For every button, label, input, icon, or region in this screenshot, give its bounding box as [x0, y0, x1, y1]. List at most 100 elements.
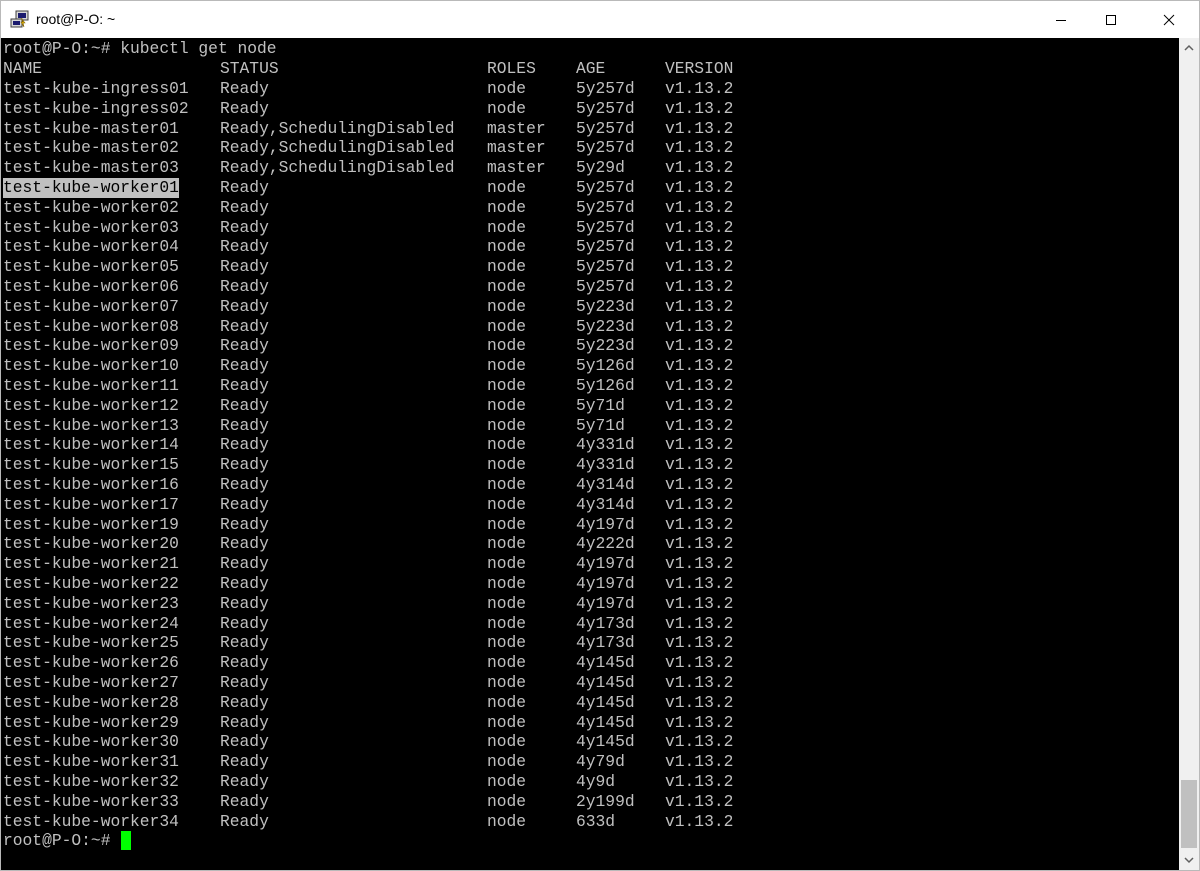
scroll-up-arrow-icon — [1184, 44, 1194, 51]
cell-roles: node — [487, 752, 527, 772]
command-text: kubectl get node — [120, 39, 277, 58]
cell-status: Ready — [220, 633, 269, 653]
cell-name: test-kube-worker29 — [3, 712, 179, 732]
cell-status: Ready — [220, 395, 269, 415]
cell-age: 5y257d — [576, 118, 635, 138]
cell-name: test-kube-master01 — [3, 118, 179, 138]
cell-roles: master — [487, 138, 546, 158]
cell-age: 4y145d — [576, 673, 635, 692]
cell-name: test-kube-worker24 — [3, 613, 179, 633]
cell-version: v1.13.2 — [665, 257, 734, 277]
cell-status: Ready — [220, 811, 269, 831]
cell-version: v1.13.2 — [665, 455, 734, 475]
cell-status: Ready — [220, 475, 269, 494]
scroll-down-button[interactable] — [1179, 850, 1199, 870]
cell-age: 4y9d — [576, 772, 616, 791]
cell-status: Ready — [220, 514, 269, 534]
title-bar[interactable]: root@P-O: ~ — [1, 1, 1199, 38]
cell-version: v1.13.2 — [665, 554, 734, 574]
cell-roles: node — [487, 772, 527, 791]
cell-roles: node — [487, 316, 527, 336]
cell-roles: node — [487, 296, 527, 316]
cell-name: test-kube-worker20 — [3, 534, 179, 554]
cell-name: test-kube-worker07 — [3, 296, 179, 316]
cell-status: Ready — [220, 435, 269, 455]
cell-age: 5y71d — [576, 415, 625, 435]
cell-name: test-kube-worker34 — [3, 811, 179, 831]
cell-version: v1.13.2 — [665, 138, 734, 158]
cell-status: Ready — [220, 534, 269, 554]
cell-status: Ready,SchedulingDisabled — [220, 118, 455, 138]
cell-name: test-kube-worker09 — [3, 336, 179, 356]
command-line: root@P-O:~# kubectl get node — [3, 39, 277, 59]
cell-status: Ready — [220, 296, 269, 316]
cell-age: 5y257d — [576, 178, 635, 197]
cell-roles: node — [487, 217, 527, 237]
putty-icon[interactable] — [10, 10, 30, 30]
cell-age: 5y257d — [576, 237, 635, 257]
cell-roles: node — [487, 455, 527, 475]
close-button[interactable] — [1146, 1, 1192, 38]
cell-roles: node — [487, 415, 527, 435]
cell-status: Ready,SchedulingDisabled — [220, 158, 455, 178]
cell-name: test-kube-worker25 — [3, 633, 179, 653]
cell-status: Ready — [220, 376, 269, 395]
cell-version: v1.13.2 — [665, 415, 734, 435]
cell-age: 4y173d — [576, 633, 635, 653]
maximize-button[interactable] — [1088, 1, 1134, 38]
cell-version: v1.13.2 — [665, 593, 734, 613]
cell-status: Ready — [220, 217, 269, 237]
cell-status: Ready — [220, 732, 269, 752]
cell-name: test-kube-worker22 — [3, 574, 179, 593]
cell-name: test-kube-worker31 — [3, 752, 179, 772]
cell-version: v1.13.2 — [665, 277, 734, 296]
cell-roles: master — [487, 118, 546, 138]
cell-age: 5y257d — [576, 257, 635, 277]
cell-roles: node — [487, 712, 527, 732]
cell-roles: node — [487, 237, 527, 257]
cell-roles: node — [487, 336, 527, 356]
cell-age: 5y257d — [576, 217, 635, 237]
cell-age: 5y29d — [576, 158, 625, 178]
cell-version: v1.13.2 — [665, 356, 734, 376]
cell-age: 5y257d — [576, 79, 635, 98]
minimize-button[interactable] — [1038, 1, 1084, 38]
cell-name: test-kube-worker23 — [3, 593, 179, 613]
cell-roles: node — [487, 79, 527, 98]
cell-status: Ready — [220, 554, 269, 574]
terminal-output[interactable]: root@P-O:~# kubectl get node NAME STATUS… — [1, 38, 1179, 870]
cell-status: Ready — [220, 712, 269, 732]
cell-status: Ready — [220, 257, 269, 277]
vertical-scrollbar[interactable] — [1179, 38, 1199, 870]
cell-status: Ready,SchedulingDisabled — [220, 138, 455, 158]
cell-status: Ready — [220, 673, 269, 692]
cell-status: Ready — [220, 494, 269, 514]
cell-age: 4y197d — [576, 554, 635, 574]
cell-version: v1.13.2 — [665, 613, 734, 633]
cell-name: test-kube-worker11 — [3, 376, 179, 395]
text-cursor — [121, 831, 132, 851]
cell-version: v1.13.2 — [665, 653, 734, 673]
cell-age: 4y197d — [576, 574, 635, 593]
scroll-up-button[interactable] — [1179, 38, 1199, 58]
cell-roles: node — [487, 633, 527, 653]
cell-name: test-kube-worker08 — [3, 316, 179, 336]
cell-age: 5y126d — [576, 356, 635, 376]
cell-roles: node — [487, 257, 527, 277]
close-icon — [1163, 14, 1175, 25]
cell-age: 5y257d — [576, 277, 635, 296]
cell-version: v1.13.2 — [665, 692, 734, 712]
cell-age: 5y223d — [576, 316, 635, 336]
scroll-thumb[interactable] — [1181, 780, 1197, 848]
cell-roles: node — [487, 494, 527, 514]
cell-name: test-kube-worker01 — [3, 178, 179, 198]
header-version: VERSION — [665, 59, 734, 78]
cell-roles: node — [487, 534, 527, 554]
header-age: AGE — [576, 59, 606, 78]
cell-name: test-kube-ingress01 — [3, 79, 189, 98]
cell-roles: node — [487, 435, 527, 455]
cell-name: test-kube-worker15 — [3, 455, 179, 475]
cell-age: 5y126d — [576, 376, 635, 395]
cell-name: test-kube-worker04 — [3, 237, 179, 257]
terminal-window: root@P-O: ~ root@P-O:~# kubectl get node… — [0, 0, 1200, 871]
